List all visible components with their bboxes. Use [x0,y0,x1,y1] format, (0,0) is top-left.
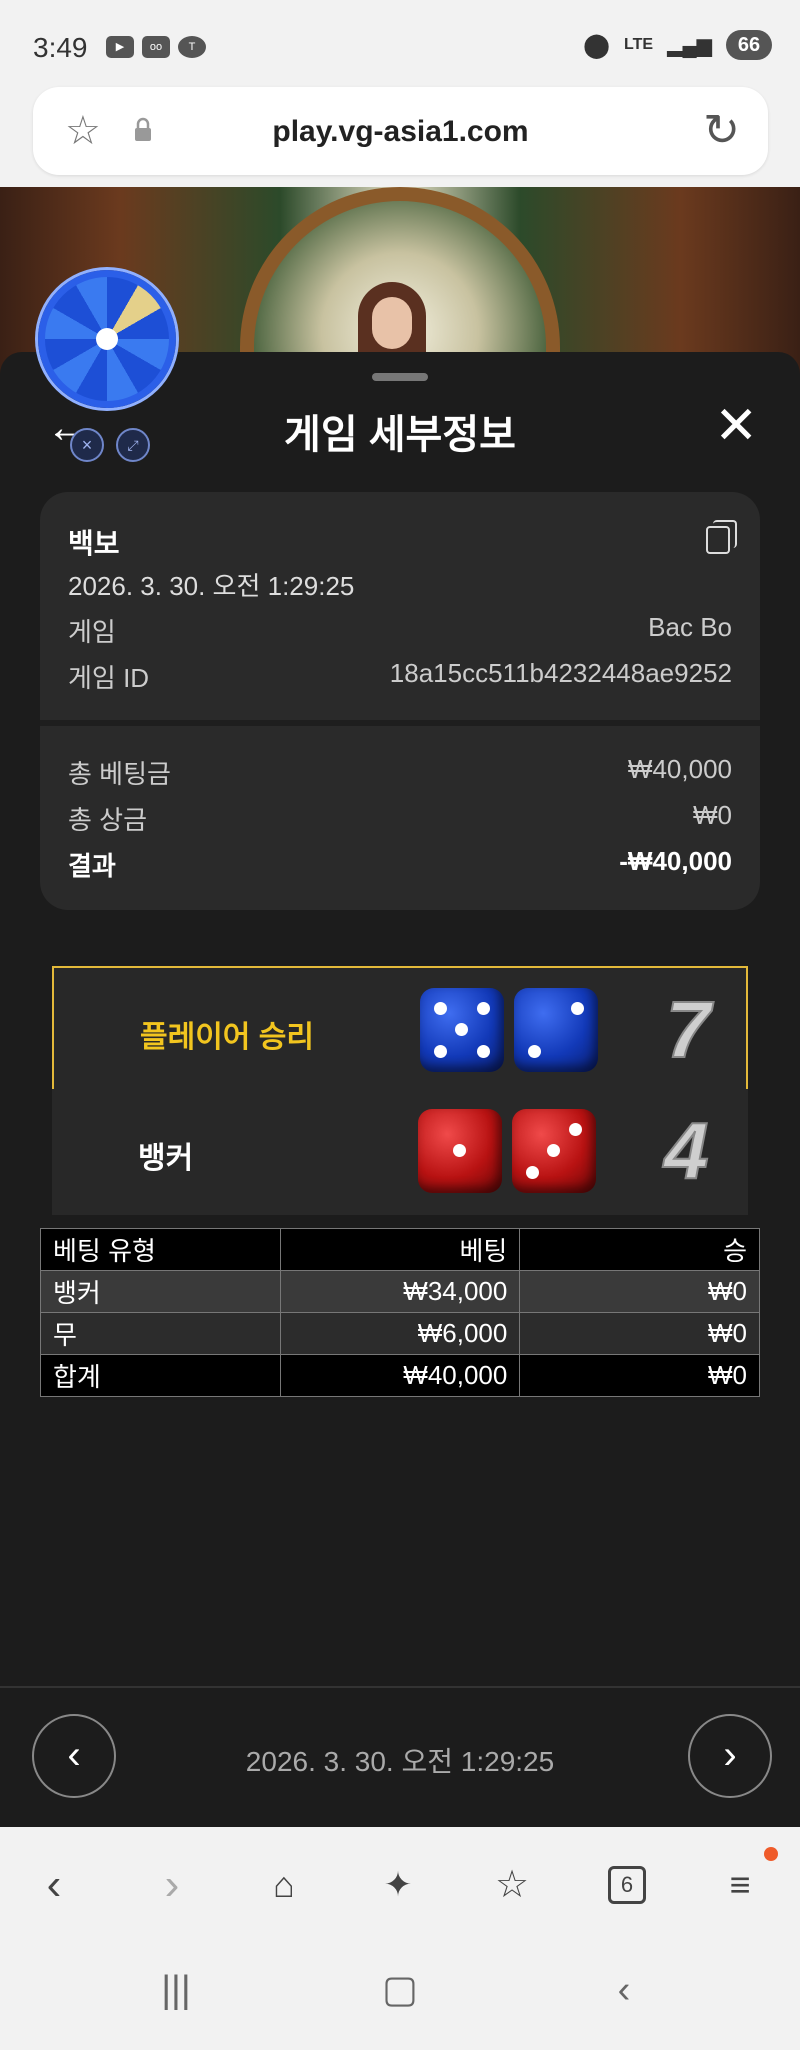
bookmarks-icon[interactable]: ☆ [482,1855,542,1915]
banker-result: 뱅커 4 [52,1089,748,1215]
tabs-icon[interactable]: 6 [608,1866,646,1904]
bet-table: 베팅 유형 베팅 승 뱅커 ₩34,000 ₩0 무 ₩6,000 ₩0 합계 … [40,1228,760,1397]
result-label: 결과 [68,851,116,881]
location-icon: ⬤ [583,31,611,59]
banker-die-1 [418,1109,502,1193]
bonus-wheel-icon[interactable] [38,270,176,408]
row-bet-type: 뱅커 [40,1270,281,1313]
total-win-value: ₩0 [693,800,732,830]
sheet-drag-handle[interactable] [372,373,428,381]
status-right: ⬤ LTE ▂▄▆ 66 [583,30,772,60]
expand-icon[interactable]: ⤢ [116,428,150,462]
row-win: ₩0 [519,1312,760,1355]
system-back-icon[interactable]: ‹ [594,1960,654,2020]
header-bet: 베팅 [279,1228,521,1271]
card-divider [40,720,760,726]
copy-icon[interactable] [706,520,737,554]
table-row: 뱅커 ₩34,000 ₩0 [40,1270,760,1313]
footer-divider [0,1686,800,1688]
row-win: ₩0 [519,1270,760,1313]
wheel-hub [96,328,118,350]
game-name: 백보 [68,528,120,559]
total-bet-type: 합계 [40,1354,281,1397]
timestamp-value: 2026. 3. 30. 오전 1:29:25 [68,571,355,601]
banker-result-label: 뱅커 [138,1142,194,1175]
status-time: 3:49 [33,32,88,63]
url-bar[interactable]: ☆ play.vg-asia1.com ↻ [33,87,768,175]
system-home-icon[interactable]: ▢ [370,1960,430,2020]
reload-icon[interactable]: ↻ [703,107,740,155]
menu-icon[interactable]: ≡ [710,1855,770,1915]
browser-forward-icon[interactable]: › [142,1855,202,1915]
voicemail-icon: oo [142,36,170,58]
total-bet-label: 총 베팅금 [68,759,171,789]
total-win: ₩0 [519,1354,760,1397]
player-die-1 [420,988,504,1072]
game-id-label: 게임 ID [68,663,150,693]
ai-sparkle-icon[interactable]: ✦ [368,1855,428,1915]
youtube-icon: ▶ [106,36,134,58]
player-result-label: 플레이어 승리 [140,1021,314,1054]
home-icon[interactable]: ⌂ [254,1855,314,1915]
signal-icon: ▂▄▆ [667,34,712,57]
browser-back-icon[interactable]: ‹ [24,1855,84,1915]
network-label: LTE [624,36,654,53]
game-id-value: 18a15cc511b4232448ae9252 [389,658,732,688]
url-text[interactable]: play.vg-asia1.com [33,115,768,149]
player-die-2 [514,988,598,1072]
row-bet: ₩6,000 [279,1312,521,1355]
next-game-button[interactable]: › [688,1714,772,1798]
player-sum: 7 [665,984,711,1075]
details-card: 백보 2026. 3. 30. 오전 1:29:25 게임 Bac Bo 게임 … [40,492,760,910]
total-bet: ₩40,000 [279,1354,521,1397]
banker-die-2 [512,1109,596,1193]
total-win-label: 총 상금 [68,805,147,835]
dealer-face [372,297,412,349]
table-total-row: 합계 ₩40,000 ₩0 [40,1354,760,1397]
game-label: 게임 [68,617,116,647]
player-result: 플레이어 승리 7 [52,966,748,1092]
status-bar: 3:49 ▶ oo T ⬤ LTE ▂▄▆ 66 [0,0,800,80]
footer-timestamp: 2026. 3. 30. 오전 1:29:25 [245,1746,555,1777]
close-mini-icon[interactable]: × [70,428,104,462]
header-bet-type: 베팅 유형 [40,1228,281,1271]
header-win: 승 [519,1228,760,1271]
kakaotalk-icon: T [178,36,206,58]
result-value: -₩40,000 [619,846,732,876]
menu-notification-dot [764,1847,778,1861]
game-value: Bac Bo [648,612,732,642]
table-row: 무 ₩6,000 ₩0 [40,1312,760,1355]
battery-indicator: 66 [726,30,772,60]
row-bet-type: 무 [40,1312,281,1355]
recent-apps-icon[interactable]: ||| [146,1960,206,2020]
total-bet-value: ₩40,000 [627,754,732,784]
close-icon[interactable]: ✕ [714,398,758,454]
row-bet: ₩34,000 [279,1270,521,1313]
bet-table-header: 베팅 유형 베팅 승 [40,1228,760,1271]
banker-sum: 4 [663,1105,709,1196]
